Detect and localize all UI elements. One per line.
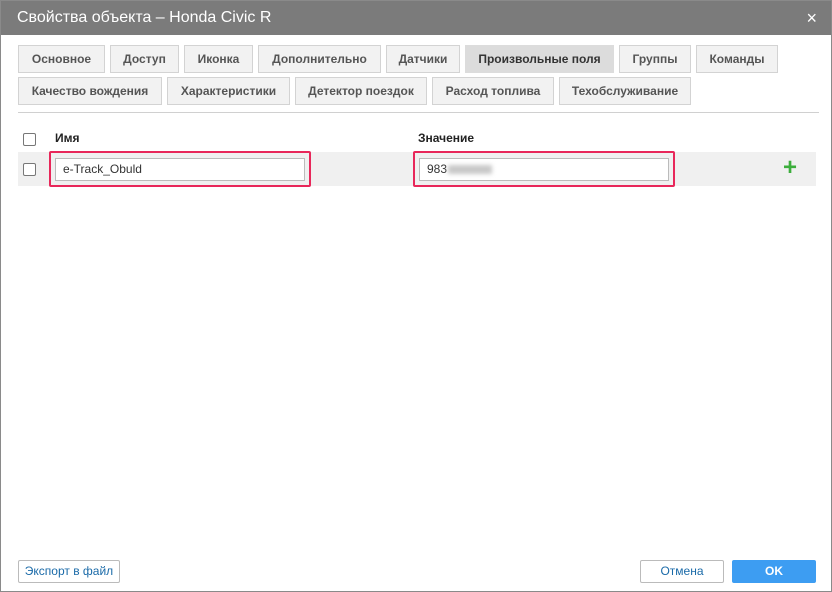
select-all-checkbox[interactable] <box>23 133 36 146</box>
tab-groups[interactable]: Группы <box>619 45 691 73</box>
field-name-value: e-Track_Obuld <box>63 162 142 176</box>
tab-custom-fields[interactable]: Произвольные поля <box>465 45 614 73</box>
dialog-title-bar: Свойства объекта – Honda Civic R × <box>1 1 831 35</box>
dialog-title: Свойства объекта – Honda Civic R <box>17 9 272 26</box>
divider <box>18 112 819 113</box>
redacted-value <box>448 165 493 175</box>
ok-button[interactable]: OK <box>732 560 816 583</box>
tab-icon[interactable]: Иконка <box>184 45 253 73</box>
value-column-header: Значение <box>418 131 475 145</box>
cancel-button[interactable]: Отмена <box>640 560 724 583</box>
tab-trip-detector[interactable]: Детектор поездок <box>295 77 427 105</box>
tab-access[interactable]: Доступ <box>110 45 179 73</box>
name-column-header: Имя <box>55 131 80 145</box>
add-field-plus-icon[interactable]: + <box>783 156 797 180</box>
tab-commands[interactable]: Команды <box>696 45 778 73</box>
tab-characteristics[interactable]: Характеристики <box>167 77 290 105</box>
close-icon[interactable]: × <box>806 1 817 35</box>
tab-basic[interactable]: Основное <box>18 45 105 73</box>
export-to-file-button[interactable]: Экспорт в файл <box>18 560 120 583</box>
object-properties-dialog: Свойства объекта – Honda Civic R × Основ… <box>0 0 832 592</box>
tab-fuel-consumption[interactable]: Расход топлива <box>432 77 554 105</box>
tab-advanced[interactable]: Дополнительно <box>258 45 381 73</box>
field-value-text: 983 <box>427 162 448 176</box>
tab-driving-quality[interactable]: Качество вождения <box>18 77 162 105</box>
row-checkbox[interactable] <box>23 163 36 176</box>
tab-sensors[interactable]: Датчики <box>386 45 460 73</box>
field-value-input[interactable]: 983 <box>419 158 669 181</box>
field-name-input[interactable]: e-Track_Obuld <box>55 158 305 181</box>
tab-maintenance[interactable]: Техобслуживание <box>559 77 691 105</box>
